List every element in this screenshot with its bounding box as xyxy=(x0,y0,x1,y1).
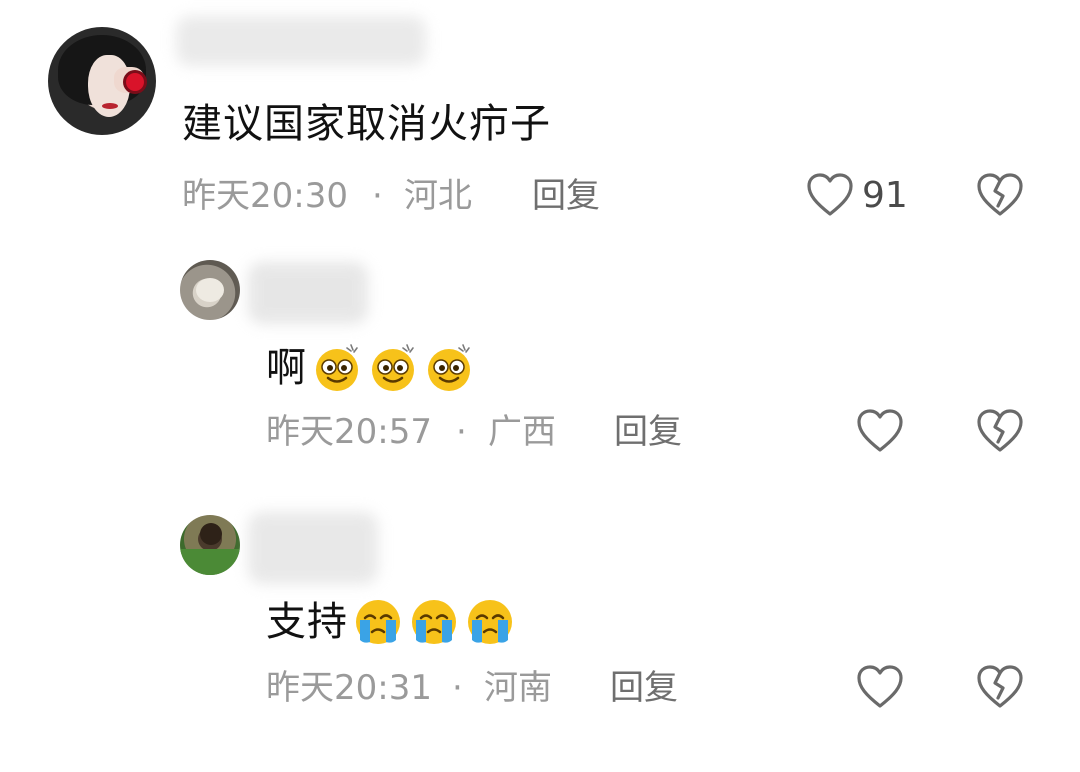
avatar[interactable] xyxy=(180,515,240,575)
comment-text-row: 支持 xyxy=(266,596,516,648)
comment-text-row: 啊 xyxy=(266,342,475,394)
heart-outline-icon[interactable] xyxy=(856,408,904,454)
avatar-leaves xyxy=(180,549,240,575)
dizzy-smile-emoji xyxy=(316,344,358,391)
crying-emoji xyxy=(468,600,512,644)
avatar[interactable] xyxy=(180,260,240,320)
reply-button[interactable]: 回复 xyxy=(614,412,682,452)
comment-text: 啊 xyxy=(266,345,307,391)
comment-location: 河南 xyxy=(484,668,552,708)
comment-location: 河北 xyxy=(404,176,472,216)
dizzy-smile-emoji xyxy=(428,344,470,391)
avatar-ring xyxy=(126,73,144,91)
comment-text: 建议国家取消火疖子 xyxy=(182,101,551,147)
comment-time: 昨天20:30 xyxy=(182,176,348,216)
avatar-head xyxy=(200,523,222,545)
heart-outline-icon[interactable] xyxy=(856,664,904,710)
broken-heart-icon[interactable] xyxy=(976,408,1024,454)
crying-emoji xyxy=(356,600,400,644)
comment-text: 支持 xyxy=(266,599,348,645)
broken-heart-icon[interactable] xyxy=(976,664,1024,710)
reply-button[interactable]: 回复 xyxy=(610,668,678,708)
like-count: 91 xyxy=(862,175,908,216)
comment-time: 昨天20:31 xyxy=(266,668,432,708)
comment-location: 广西 xyxy=(488,412,556,452)
broken-heart-icon[interactable] xyxy=(976,172,1024,218)
dizzy-smile-emoji xyxy=(372,344,414,391)
crying-emoji xyxy=(412,600,456,644)
username-blurred[interactable] xyxy=(248,512,378,584)
reply-button[interactable]: 回复 xyxy=(532,176,600,216)
username-blurred[interactable] xyxy=(176,16,426,66)
meta-separator: · xyxy=(372,176,383,216)
username-blurred[interactable] xyxy=(248,262,368,324)
heart-outline-icon[interactable] xyxy=(806,172,854,218)
avatar-dog xyxy=(196,278,224,302)
meta-separator: · xyxy=(456,412,467,452)
meta-separator: · xyxy=(452,668,463,708)
avatar-lips xyxy=(102,103,118,109)
avatar[interactable] xyxy=(48,27,156,135)
comment-time: 昨天20:57 xyxy=(266,412,432,452)
